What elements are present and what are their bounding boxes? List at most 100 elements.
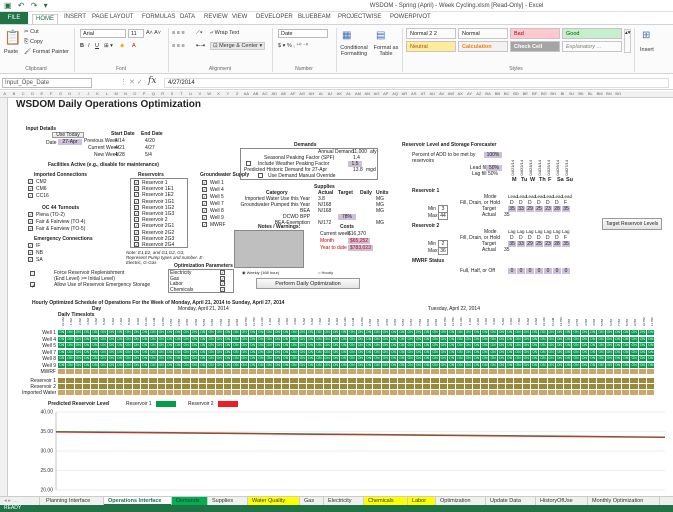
- well-row-cell[interactable]: ON: [597, 349, 606, 355]
- well-row-cell[interactable]: [472, 369, 482, 374]
- tab-page-layout[interactable]: PAGE LAYOUT: [92, 14, 133, 20]
- well-row-cell[interactable]: [282, 369, 291, 374]
- reservoir-row-cell[interactable]: [389, 378, 399, 383]
- use-today-button[interactable]: Use Today: [52, 132, 84, 138]
- well-row-cell[interactable]: ON: [389, 362, 399, 368]
- well-row-cell[interactable]: ON: [356, 330, 365, 335]
- well-row-cell[interactable]: [589, 369, 598, 374]
- grow-font-icon[interactable]: A˄ A˅: [146, 30, 161, 36]
- imported-row-cell[interactable]: [572, 390, 581, 395]
- reservoir-row-cell[interactable]: [613, 378, 623, 383]
- mwrf-value[interactable]: 0: [517, 268, 525, 274]
- reservoir-row-cell[interactable]: [447, 378, 457, 383]
- orientation-icon[interactable]: ⟋▾: [196, 30, 203, 37]
- fx-icon[interactable]: fx: [148, 76, 156, 86]
- well-row-cell[interactable]: ON: [522, 336, 531, 342]
- well-row-cell[interactable]: ON: [373, 330, 382, 335]
- well-row-cell[interactable]: ON: [630, 343, 639, 348]
- reservoir-row-cell[interactable]: [597, 384, 606, 389]
- well-row-cell[interactable]: ON: [464, 356, 473, 361]
- column-letter[interactable]: AA: [242, 91, 251, 96]
- well-row-cell[interactable]: ON: [514, 343, 523, 348]
- well-row-cell[interactable]: ON: [140, 336, 150, 342]
- well-row-cell[interactable]: [555, 369, 565, 374]
- column-letter[interactable]: AS: [409, 91, 418, 96]
- format-painter-button[interactable]: 🖌 Format Painter: [24, 49, 69, 55]
- reservoir-row-cell[interactable]: [207, 384, 216, 389]
- column-headers[interactable]: A B C D E F G H I J K L M N O P Q R S T U V W X Y Z AA AB AC AD AE AF AG…: [0, 91, 673, 98]
- well-row-cell[interactable]: ON: [497, 343, 507, 348]
- imported-row-cell[interactable]: [622, 390, 631, 395]
- well-row-cell[interactable]: ON: [132, 336, 141, 342]
- reservoir-row-cell[interactable]: [66, 384, 75, 389]
- well-row-cell[interactable]: ON: [381, 356, 390, 361]
- well-row-cell[interactable]: ON: [381, 343, 390, 348]
- well-row-cell[interactable]: ON: [431, 330, 440, 335]
- weather-peaking-checkbox[interactable]: [246, 161, 251, 166]
- well-row-cell[interactable]: ON: [555, 356, 565, 361]
- well-row-cell[interactable]: ON: [132, 343, 141, 348]
- imported-row-cell[interactable]: [472, 390, 482, 395]
- imported-row-cell[interactable]: [356, 390, 365, 395]
- reservoir-row-cell[interactable]: [464, 378, 473, 383]
- imported-row-cell[interactable]: [282, 390, 291, 395]
- well-row-cell[interactable]: ON: [199, 343, 208, 348]
- well-row-cell[interactable]: ON: [331, 343, 341, 348]
- well-row-cell[interactable]: ON: [522, 343, 531, 348]
- well-row-cell[interactable]: ON: [282, 330, 291, 335]
- well-row-cell[interactable]: ON: [124, 349, 133, 355]
- well-row-cell[interactable]: [265, 369, 274, 374]
- column-letter[interactable]: BD: [511, 91, 520, 96]
- well-row-cell[interactable]: ON: [215, 343, 224, 348]
- reservoir-row-cell[interactable]: [555, 378, 565, 383]
- tab-formulas[interactable]: FORMULAS: [142, 14, 175, 20]
- well-row-cell[interactable]: ON: [530, 362, 540, 368]
- well-row-cell[interactable]: ON: [58, 356, 67, 361]
- well-row-cell[interactable]: ON: [564, 336, 573, 342]
- well-row-cell[interactable]: ON: [66, 330, 75, 335]
- reservoir-row-cell[interactable]: [348, 378, 357, 383]
- reservoir-row-cell[interactable]: [489, 378, 498, 383]
- column-letter[interactable]: Z: [232, 91, 241, 96]
- well-row-cell[interactable]: ON: [290, 336, 299, 342]
- merge-center-button[interactable]: ⊡ Merge & Center ▾: [210, 42, 266, 50]
- emergency-connection-checkbox[interactable]: ✓: [28, 257, 33, 262]
- well-row-cell[interactable]: ON: [140, 356, 150, 361]
- well-row-cell[interactable]: ON: [481, 356, 490, 361]
- reservoir-row-cell[interactable]: [506, 384, 515, 389]
- well-row-cell[interactable]: ON: [182, 330, 191, 335]
- reservoir-row-cell[interactable]: [638, 378, 648, 383]
- well-row-cell[interactable]: ON: [555, 362, 565, 368]
- well-row-cell[interactable]: ON: [489, 330, 498, 335]
- well-row-cell[interactable]: ON: [58, 343, 67, 348]
- well-row-cell[interactable]: ON: [456, 362, 465, 368]
- well-row-cell[interactable]: ON: [522, 356, 531, 361]
- reservoir-row-cell[interactable]: [605, 378, 614, 383]
- well-row-cell[interactable]: [165, 369, 175, 374]
- well-row-cell[interactable]: ON: [580, 343, 589, 348]
- reservoir-row-cell[interactable]: [373, 384, 382, 389]
- well-row-cell[interactable]: ON: [273, 343, 283, 348]
- reservoir-row-cell[interactable]: [207, 378, 216, 383]
- reservoir-row-cell[interactable]: [199, 384, 208, 389]
- reservoir-row-cell[interactable]: [364, 378, 374, 383]
- well-row-cell[interactable]: ON: [306, 330, 316, 335]
- well-row-cell[interactable]: ON: [107, 349, 117, 355]
- reservoir-row-cell[interactable]: [497, 378, 507, 383]
- well-row-cell[interactable]: ON: [547, 362, 556, 368]
- well-row-cell[interactable]: ON: [240, 336, 249, 342]
- well-row-cell[interactable]: ON: [215, 330, 224, 335]
- column-letter[interactable]: BK: [576, 91, 585, 96]
- column-letter[interactable]: BJ: [567, 91, 576, 96]
- well-row-cell[interactable]: ON: [447, 336, 457, 342]
- reservoir-row-cell[interactable]: [522, 384, 531, 389]
- imported-row-cell[interactable]: [140, 390, 150, 395]
- well-row-cell[interactable]: [356, 369, 365, 374]
- forecast-target[interactable]: 35: [562, 206, 570, 212]
- well-row-cell[interactable]: ON: [91, 330, 100, 335]
- reservoir-row-cell[interactable]: [340, 384, 349, 389]
- well-row-cell[interactable]: [514, 369, 523, 374]
- well-row-cell[interactable]: ON: [207, 356, 216, 361]
- well-row-cell[interactable]: ON: [82, 343, 92, 348]
- well-row-cell[interactable]: ON: [464, 362, 473, 368]
